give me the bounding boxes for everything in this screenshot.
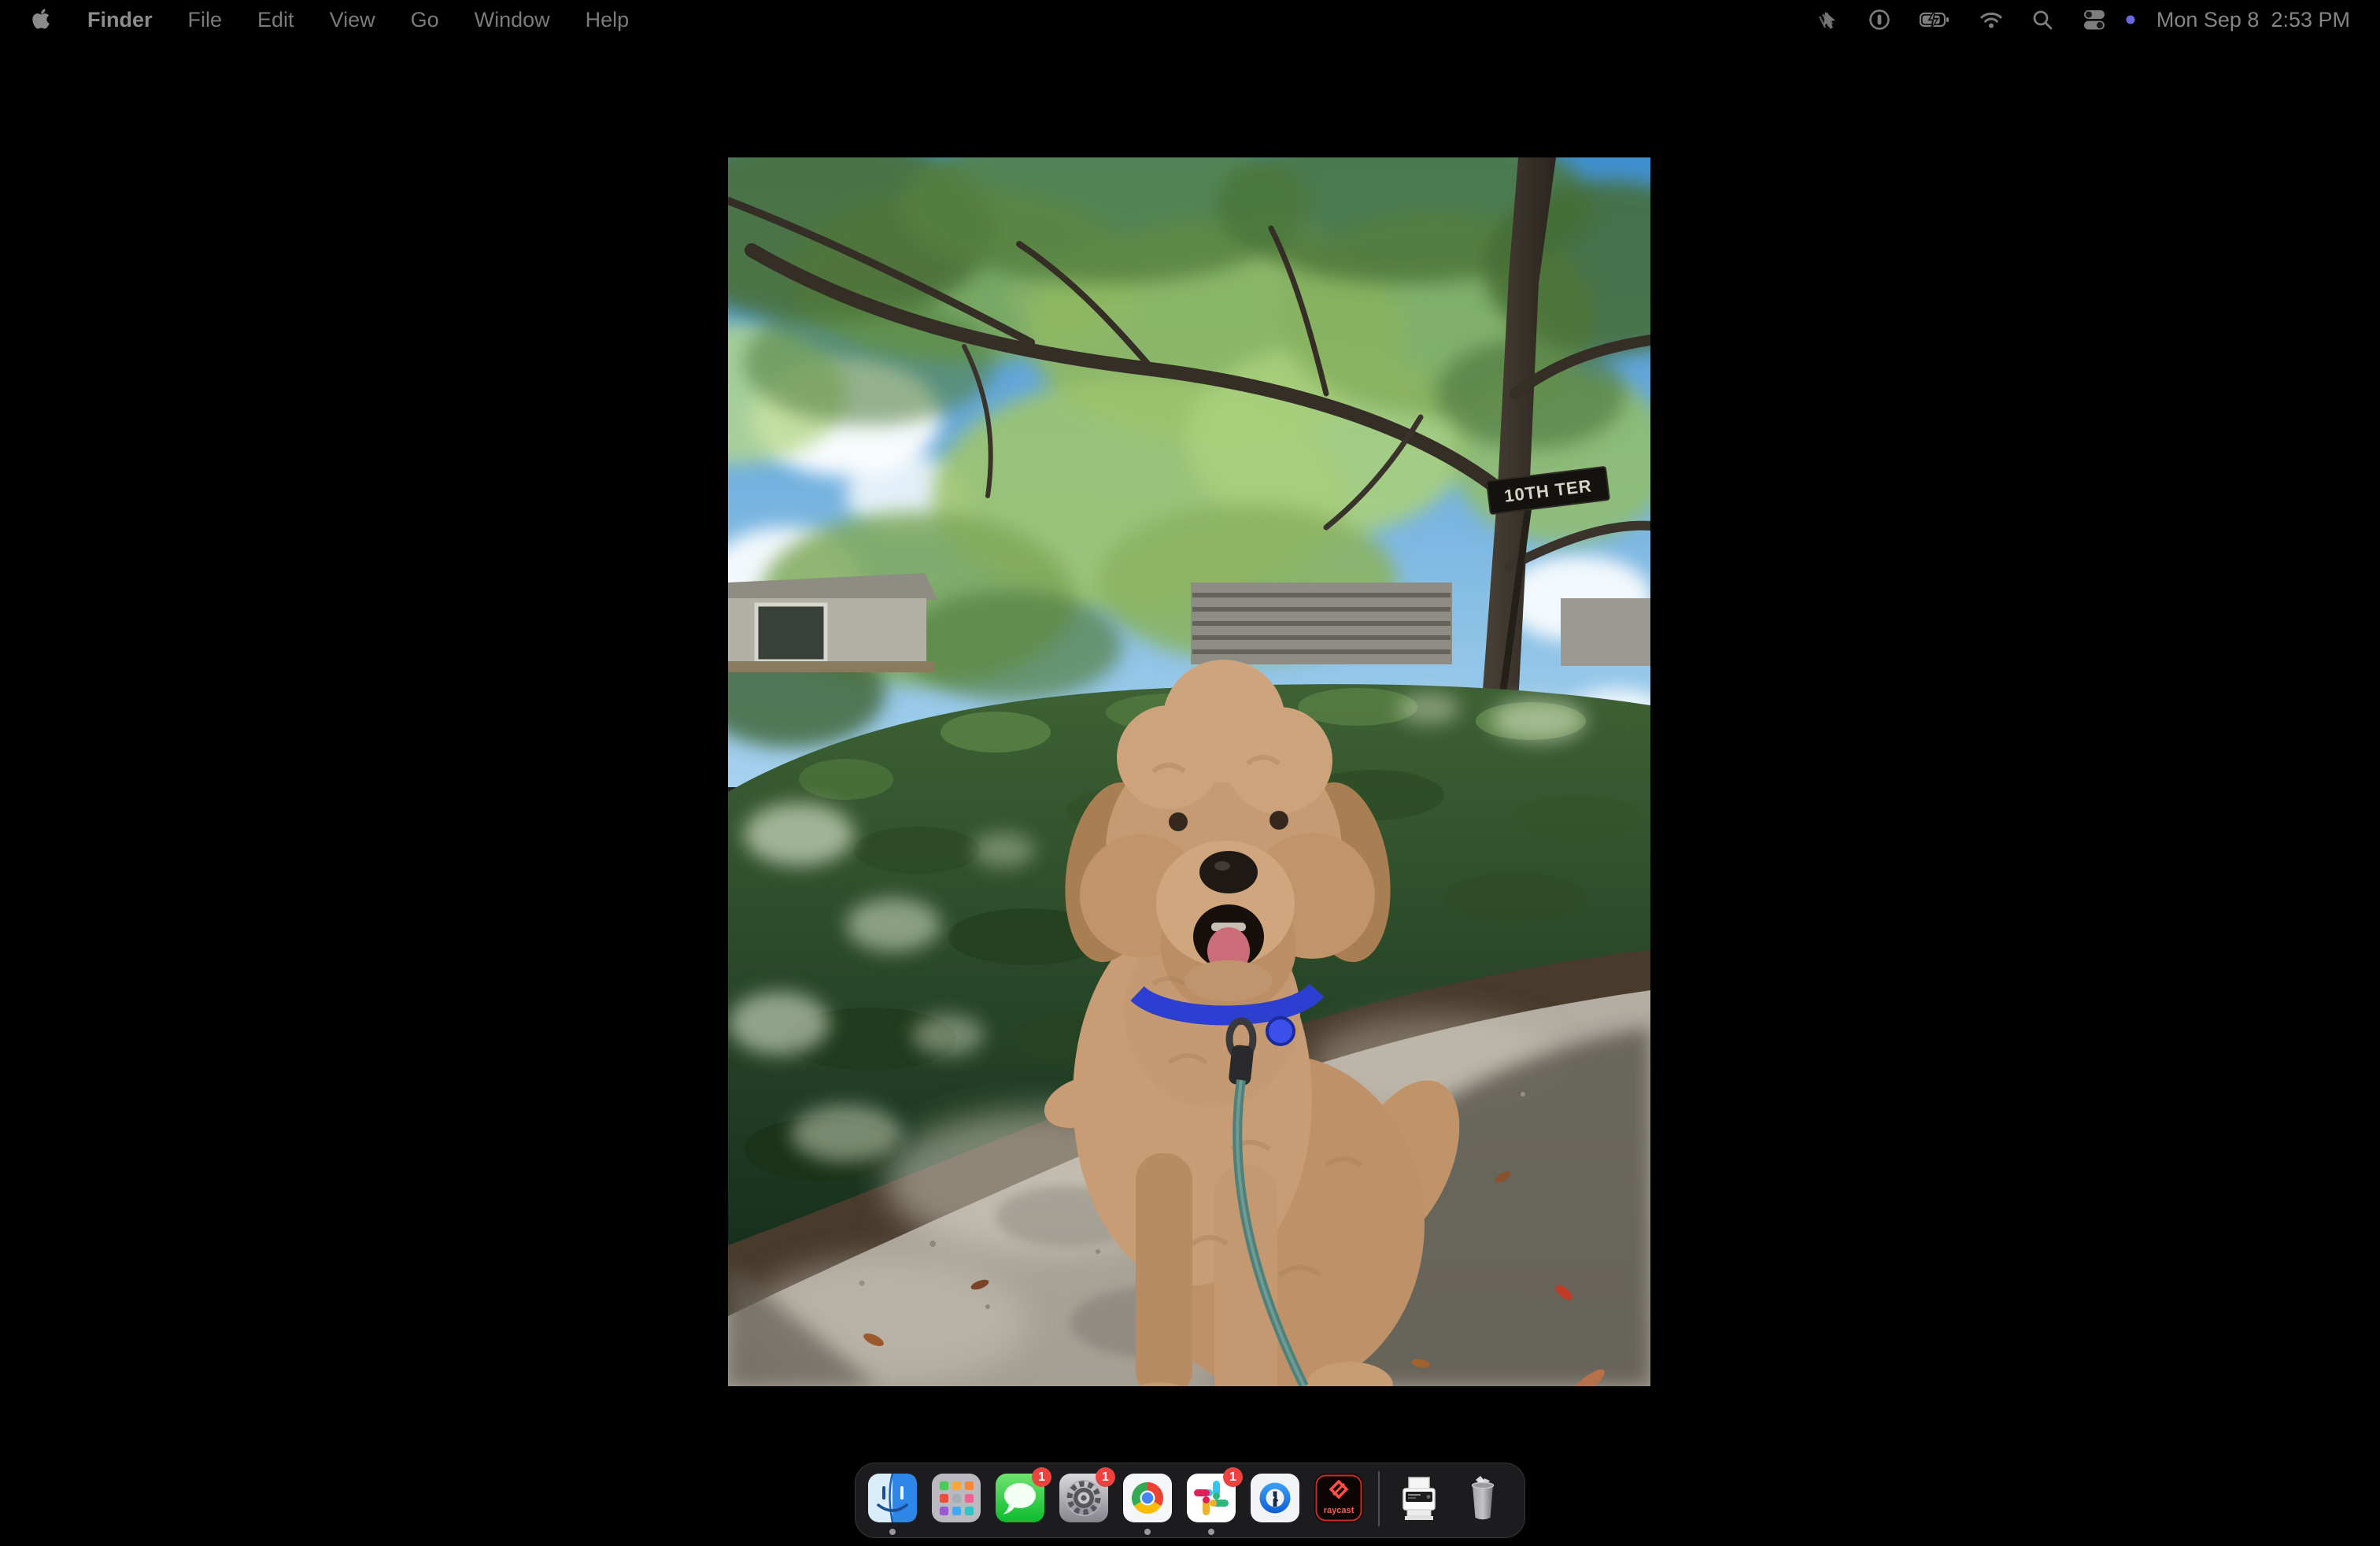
menu-clock[interactable]: Mon Sep 8 2:53 PM <box>2156 8 2350 32</box>
dock-finder[interactable] <box>868 1474 917 1522</box>
launchpad-icon <box>932 1474 981 1522</box>
control-center-icon[interactable] <box>2081 7 2108 32</box>
dock-slack[interactable]: 1 <box>1187 1474 1236 1522</box>
apple-menu-icon[interactable] <box>31 8 52 31</box>
menu-help[interactable]: Help <box>586 8 630 32</box>
dock-launchpad[interactable] <box>932 1474 981 1522</box>
finder-icon <box>868 1474 917 1522</box>
raycast-label: raycast <box>1324 1506 1354 1515</box>
dock-divider <box>1378 1471 1380 1526</box>
dock-chrome[interactable] <box>1123 1474 1172 1522</box>
menu-bar: Finder File Edit View Go Window Help <box>0 0 2380 39</box>
trash-full-icon <box>1458 1474 1507 1522</box>
dock-system-settings[interactable]: 1 <box>1059 1474 1108 1522</box>
printer-icon <box>1395 1474 1443 1522</box>
menu-edit[interactable]: Edit <box>257 8 294 32</box>
battery-charging-icon[interactable] <box>1919 7 1952 32</box>
menu-active-app[interactable]: Finder <box>87 8 153 32</box>
dock: 1 1 <box>855 1463 1525 1538</box>
running-indicator <box>1208 1529 1214 1535</box>
1password-icon <box>1251 1474 1299 1522</box>
menu-go[interactable]: Go <box>411 8 439 32</box>
dock-trash[interactable] <box>1458 1474 1507 1522</box>
dock-raycast[interactable]: raycast <box>1314 1474 1363 1522</box>
1password-menu-icon[interactable] <box>1867 7 1892 32</box>
menu-file[interactable]: File <box>188 8 223 32</box>
menu-view[interactable]: View <box>330 8 375 32</box>
photo-goldendoodle: 10TH TER <box>728 157 1650 1386</box>
dock-messages[interactable]: 1 <box>996 1474 1044 1522</box>
notification-badge: 1 <box>1223 1467 1243 1487</box>
notification-badge: 1 <box>1032 1467 1051 1487</box>
raycast-icon: raycast <box>1314 1474 1363 1522</box>
focus-indicator-dot <box>2125 14 2136 25</box>
notification-badge: 1 <box>1096 1467 1115 1487</box>
chrome-icon <box>1123 1474 1172 1522</box>
screen-pointer-icon[interactable] <box>1815 7 1840 32</box>
search-icon[interactable] <box>2031 8 2054 31</box>
macos-desktop: { "menu_bar": { "active_app": "Finder", … <box>0 0 2380 1546</box>
dock-printer[interactable] <box>1395 1474 1443 1522</box>
menu-window[interactable]: Window <box>475 8 550 32</box>
wifi-icon[interactable] <box>1979 7 2004 32</box>
dock-1password[interactable] <box>1251 1474 1299 1522</box>
running-indicator <box>1144 1529 1151 1535</box>
running-indicator <box>889 1529 896 1535</box>
